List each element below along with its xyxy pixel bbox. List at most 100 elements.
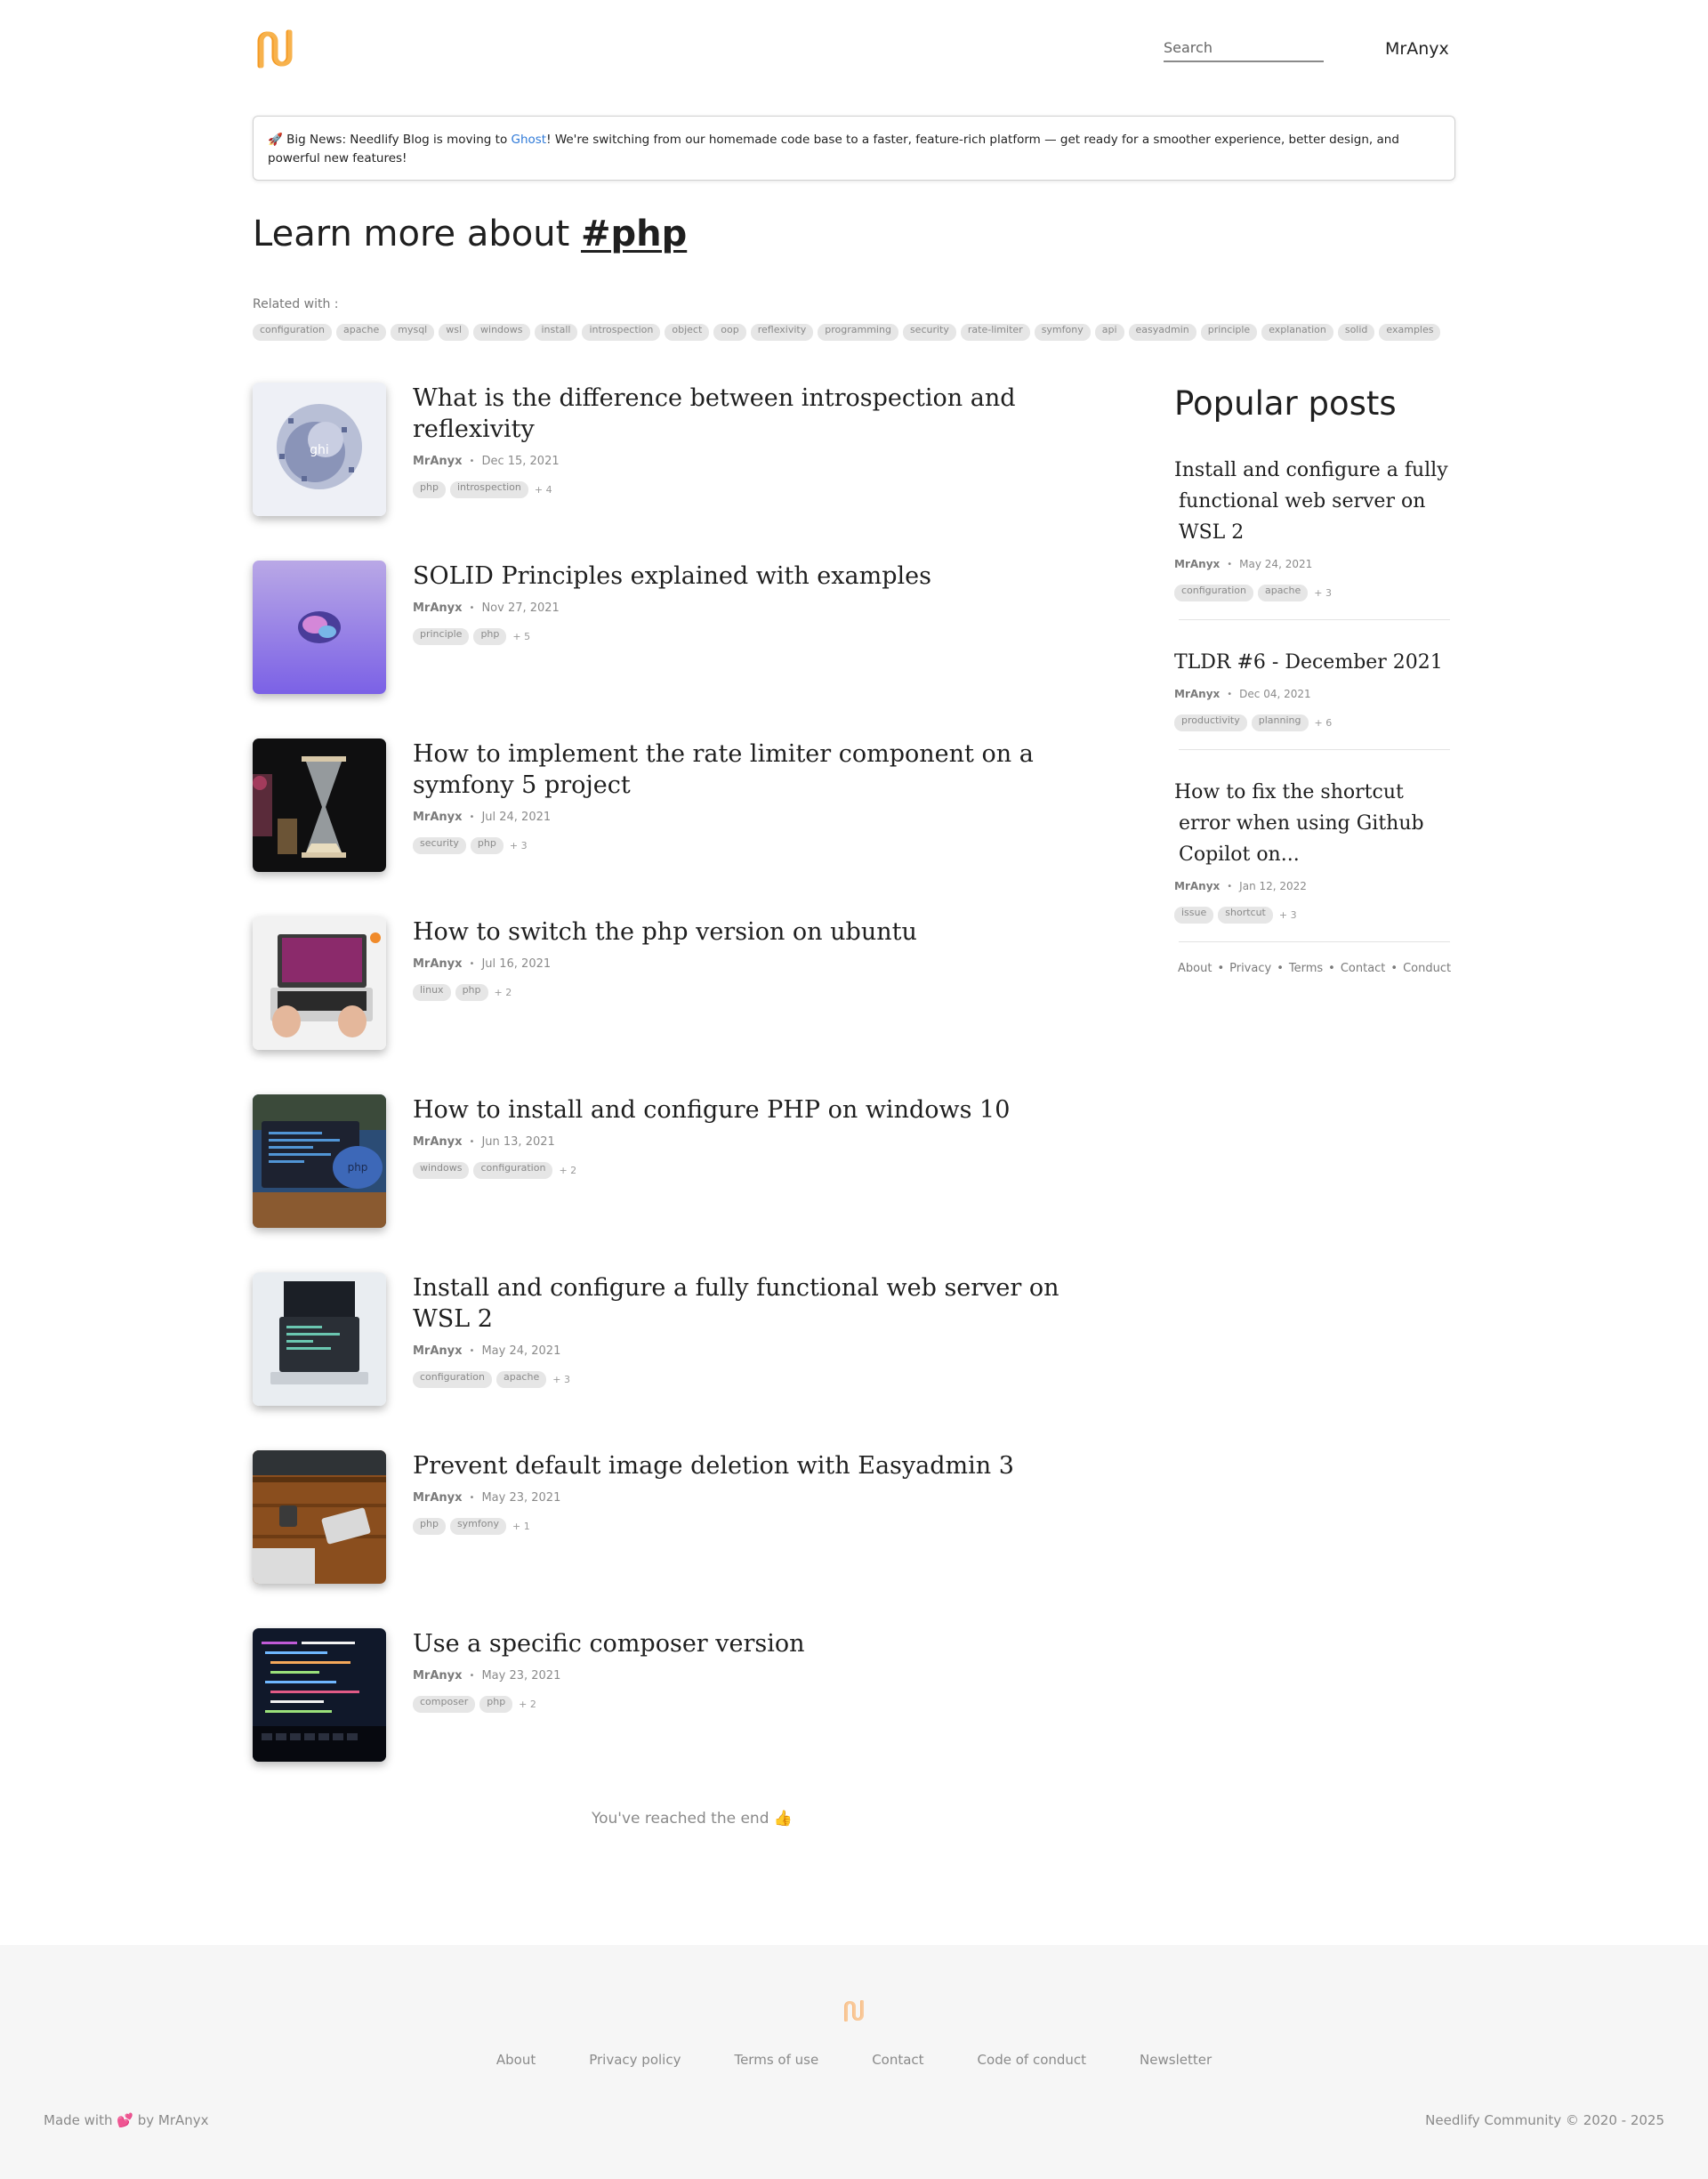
- post-tag-chip[interactable]: php: [413, 481, 446, 498]
- related-tag-chip[interactable]: reflexivity: [750, 324, 814, 341]
- sidebar-link-contact[interactable]: Contact: [1341, 962, 1386, 975]
- post-author[interactable]: MrAnyx: [413, 1135, 463, 1149]
- sidebar-link-privacy[interactable]: Privacy: [1229, 962, 1271, 975]
- post-meta: MrAnyx • Jul 16, 2021: [413, 957, 1107, 971]
- footer-nav: About Privacy policy Terms of use Contact Co…: [0, 2052, 1708, 2068]
- post-author[interactable]: MrAnyx: [1174, 880, 1220, 892]
- post-author[interactable]: MrAnyx: [1174, 558, 1220, 570]
- post-title[interactable]: How to install and configure PHP on wind…: [413, 1096, 1010, 1124]
- post-author[interactable]: MrAnyx: [1174, 688, 1220, 700]
- post-tag-chip[interactable]: php: [473, 628, 507, 645]
- post-tag-chip[interactable]: php: [470, 837, 504, 854]
- cube-cluster-image[interactable]: ghi: [253, 383, 386, 516]
- separator-dot: •: [469, 1671, 475, 1681]
- post-tag-chip[interactable]: apache: [495, 1371, 547, 1388]
- related-tag-chip[interactable]: rate-limiter: [960, 324, 1030, 341]
- sidebar: Popular posts Install and configure a fu…: [1174, 383, 1451, 975]
- post-author[interactable]: MrAnyx: [413, 957, 463, 971]
- more-tags-count: + 4: [534, 484, 552, 496]
- post-tag-chip[interactable]: composer: [413, 1696, 476, 1713]
- related-tag-chip[interactable]: security: [902, 324, 956, 341]
- post-body: SOLID Principles explained with examples…: [413, 561, 1107, 645]
- related-tag-chip[interactable]: windows: [473, 324, 530, 341]
- post-tag-chip[interactable]: issue: [1174, 907, 1214, 924]
- related-tag-chip[interactable]: introspection: [582, 324, 661, 341]
- brain-image[interactable]: [253, 561, 386, 694]
- desk-laptop-image[interactable]: [253, 1272, 386, 1406]
- post-author[interactable]: MrAnyx: [413, 455, 463, 468]
- related-tag-chip[interactable]: install: [534, 324, 578, 341]
- laptop-hands-image[interactable]: [253, 916, 386, 1050]
- popular-post-title[interactable]: TLDR #6 - December 2021: [1174, 651, 1443, 674]
- post-tag-chip[interactable]: php: [455, 984, 488, 1001]
- post-tag-chip[interactable]: productivity: [1174, 714, 1247, 731]
- related-tag-chip[interactable]: principle: [1200, 324, 1258, 341]
- hourglass-image[interactable]: [253, 738, 386, 872]
- popular-post-title[interactable]: Install and configure a fully functional…: [1174, 459, 1448, 544]
- footer-link-newsletter[interactable]: Newsletter: [1140, 2052, 1212, 2068]
- post-title[interactable]: How to implement the rate limiter compon…: [413, 740, 1034, 799]
- search-input[interactable]: [1164, 36, 1324, 59]
- ghost-link[interactable]: Ghost: [512, 133, 547, 147]
- wood-desk-image[interactable]: [253, 1450, 386, 1584]
- post-author[interactable]: MrAnyx: [413, 811, 463, 824]
- svg-text:php: php: [348, 1161, 368, 1174]
- post-tag-chip[interactable]: shortcut: [1218, 907, 1273, 924]
- related-tag-chip[interactable]: examples: [1379, 324, 1441, 341]
- php-elephant-image[interactable]: php: [253, 1094, 386, 1228]
- post-tag-chip[interactable]: apache: [1257, 585, 1309, 601]
- post-tag-chip[interactable]: configuration: [473, 1162, 553, 1179]
- post-author[interactable]: MrAnyx: [413, 1491, 463, 1505]
- related-tag-chip[interactable]: apache: [335, 324, 387, 341]
- post-tag-chip[interactable]: configuration: [413, 1371, 492, 1388]
- user-link[interactable]: MrAnyx: [1385, 39, 1449, 59]
- needlify-logo-icon[interactable]: [253, 27, 297, 71]
- related-tag-chip[interactable]: oop: [713, 324, 746, 341]
- related-tag-chip[interactable]: explanation: [1261, 324, 1333, 341]
- post-author[interactable]: MrAnyx: [413, 1669, 463, 1683]
- post-tag-chip[interactable]: symfony: [449, 1518, 506, 1535]
- popular-post-title[interactable]: How to fix the shortcut error when using…: [1174, 781, 1424, 866]
- post-title[interactable]: How to switch the php version on ubuntu: [413, 918, 917, 946]
- needlify-logo-icon[interactable]: [842, 1998, 866, 2023]
- related-tag-chip[interactable]: configuration: [253, 324, 332, 341]
- post-tags: windows configuration + 2: [413, 1162, 1107, 1179]
- related-tag-chip[interactable]: api: [1094, 324, 1124, 341]
- sidebar-link-terms[interactable]: Terms: [1289, 962, 1323, 975]
- post-list: ghi What is the difference between intros…: [253, 383, 1107, 1806]
- code-screen-image[interactable]: [253, 1628, 386, 1762]
- post-card: SOLID Principles explained with examples…: [253, 561, 1107, 738]
- related-tag-chip[interactable]: solid: [1337, 324, 1375, 341]
- post-tag-chip[interactable]: planning: [1251, 714, 1309, 731]
- related-tag-chip[interactable]: wsl: [439, 324, 470, 341]
- related-tag-chip[interactable]: object: [665, 324, 710, 341]
- post-tag-chip[interactable]: security: [413, 837, 466, 854]
- sidebar-link-about[interactable]: About: [1178, 962, 1212, 975]
- post-title[interactable]: SOLID Principles explained with examples: [413, 562, 931, 590]
- post-tag-chip[interactable]: windows: [413, 1162, 470, 1179]
- footer-link-code-of-conduct[interactable]: Code of conduct: [978, 2052, 1086, 2068]
- post-title[interactable]: Install and configure a fully functional…: [413, 1274, 1059, 1333]
- post-tag-chip[interactable]: introspection: [449, 481, 528, 498]
- post-tag-chip[interactable]: php: [479, 1696, 513, 1713]
- related-tag-chip[interactable]: programming: [818, 324, 898, 341]
- footer-link-about[interactable]: About: [496, 2052, 536, 2068]
- post-author[interactable]: MrAnyx: [413, 601, 463, 615]
- post-tag-chip[interactable]: php: [413, 1518, 446, 1535]
- footer-link-privacy-policy[interactable]: Privacy policy: [589, 2052, 681, 2068]
- post-tag-chip[interactable]: linux: [413, 984, 451, 1001]
- post-tags: productivity planning + 6: [1174, 714, 1450, 731]
- separator-dot: •: [469, 1137, 475, 1147]
- post-title[interactable]: Use a specific composer version: [413, 1630, 805, 1658]
- post-title[interactable]: What is the difference between introspec…: [413, 384, 1016, 443]
- footer-link-terms-of-use[interactable]: Terms of use: [734, 2052, 818, 2068]
- post-title[interactable]: Prevent default image deletion with Easy…: [413, 1452, 1014, 1480]
- sidebar-link-conduct[interactable]: Conduct: [1403, 962, 1451, 975]
- related-tag-chip[interactable]: easyadmin: [1128, 324, 1196, 341]
- related-tag-chip[interactable]: mysql: [391, 324, 435, 341]
- post-tag-chip[interactable]: configuration: [1174, 585, 1253, 601]
- related-tag-chip[interactable]: symfony: [1034, 324, 1091, 341]
- footer-link-contact[interactable]: Contact: [872, 2052, 923, 2068]
- post-tag-chip[interactable]: principle: [413, 628, 470, 645]
- post-author[interactable]: MrAnyx: [413, 1344, 463, 1358]
